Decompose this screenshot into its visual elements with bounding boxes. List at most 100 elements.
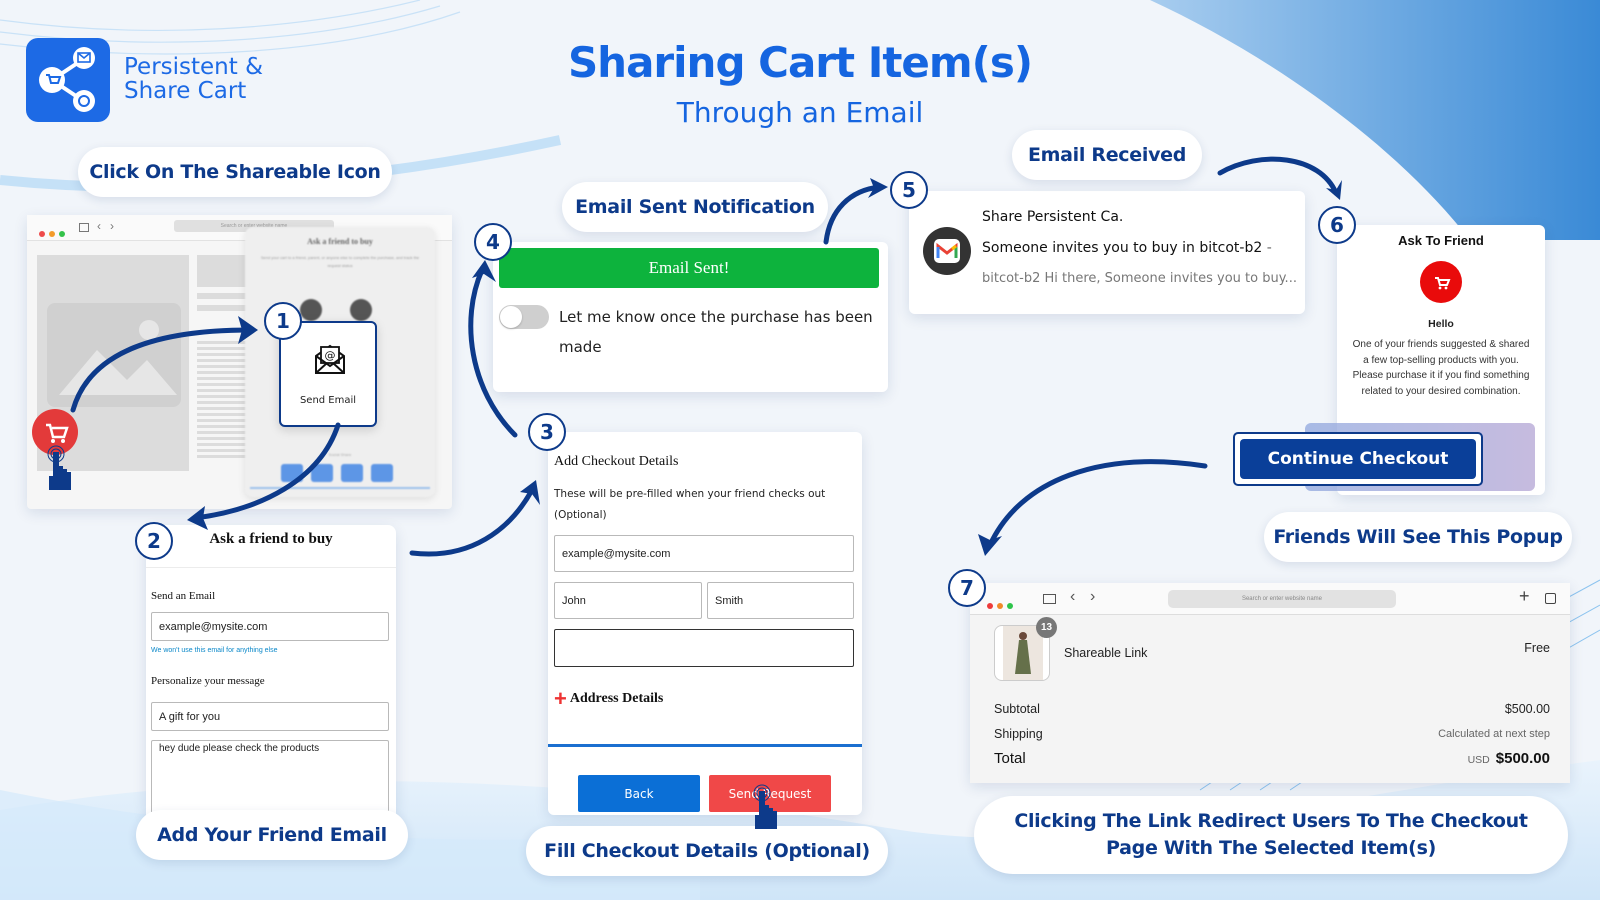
facebook-icon[interactable]	[281, 464, 303, 482]
caption-step3: Fill Checkout Details (Optional)	[526, 826, 888, 876]
caption-text: Click On The Shareable Icon	[89, 161, 381, 183]
sidebar-toggle-icon[interactable]	[79, 223, 89, 232]
item-name: Shareable Link	[1064, 646, 1148, 660]
caption-step2: Add Your Friend Email	[136, 810, 408, 860]
social-icons-row	[281, 464, 393, 482]
browser-toolbar: ‹ › Search or enter website name +	[970, 583, 1570, 615]
step-badge-3: 3	[528, 413, 566, 451]
popup-title: Ask a friend to buy	[307, 237, 373, 246]
caption-text: Email Received	[1027, 144, 1187, 166]
email-at-icon: @	[315, 344, 345, 374]
share-cart-icon	[39, 47, 95, 112]
gmail-avatar	[923, 227, 971, 275]
shipping-label: Shipping	[994, 727, 1043, 741]
whatsapp-icon[interactable]	[371, 464, 393, 482]
svg-text:@: @	[325, 349, 336, 362]
plus-icon: +	[554, 686, 567, 711]
hand-pointer-icon	[753, 784, 777, 829]
send-email-label: Send Email	[299, 395, 357, 406]
total-label: Total	[994, 750, 1026, 767]
back-nav-icon[interactable]: ‹	[1070, 588, 1075, 606]
toggle-knob	[500, 306, 522, 328]
currency-code: USD	[1467, 754, 1490, 766]
cart-icon	[1435, 277, 1451, 290]
email-subject: Someone invites you to buy in bitcot-b2 …	[982, 240, 1272, 256]
step7-checkout-browser: ‹ › Search or enter website name + 13 Sh…	[970, 583, 1570, 783]
step2-email-form: Ask a friend to buy Send an Email exampl…	[146, 525, 396, 820]
address-details-toggle[interactable]: + Address Details	[554, 686, 664, 711]
back-button[interactable]: Back	[578, 775, 700, 812]
tabs-overview-icon[interactable]	[1545, 593, 1556, 604]
sidebar-toggle-icon[interactable]	[1043, 594, 1056, 604]
total-value: $500.00	[1495, 750, 1550, 767]
step5-email-item[interactable]: Share Persistent Ca. Someone invites you…	[909, 191, 1305, 314]
first-name-input[interactable]: John	[554, 582, 702, 619]
friend-email-input[interactable]: example@mysite.com	[151, 612, 389, 641]
personalize-label: Personalize your message	[151, 675, 265, 687]
step-badge-2: 2	[135, 522, 173, 560]
popup-greeting: Hello	[1428, 318, 1454, 330]
brand-name-line1: Persistent &	[124, 54, 264, 80]
forward-nav-icon[interactable]: ›	[110, 219, 114, 233]
step-badge-7: 7	[948, 569, 986, 607]
social-share-label: Social Share	[328, 452, 352, 457]
notify-purchase-toggle[interactable]	[499, 305, 549, 329]
email-sender: Share Persistent Ca.	[982, 209, 1124, 225]
page-subtitle: Through an Email	[676, 96, 924, 129]
caption-text-line1: Clicking The Link Redirect Users To The …	[1014, 810, 1528, 832]
email-subject-text: Someone invites you to buy in bitcot-b2	[982, 240, 1263, 256]
back-nav-icon[interactable]: ‹	[97, 219, 101, 233]
step-badge-5: 5	[890, 171, 928, 209]
checkout-email-input[interactable]: example@mysite.com	[554, 535, 854, 572]
twitter-icon[interactable]	[341, 464, 363, 482]
address-bar[interactable]: Search or enter website name	[1168, 590, 1396, 608]
caption-step7: Clicking The Link Redirect Users To The …	[974, 796, 1568, 874]
step1-browser-window: ‹ › Search or enter website name Ask a f…	[27, 215, 452, 509]
forward-nav-icon[interactable]: ›	[1090, 588, 1095, 606]
caption-step1: Click On The Shareable Icon	[78, 147, 392, 197]
popup-description: Send your cart to a friend, parent, or a…	[260, 255, 420, 268]
continue-checkout-label: Continue Checkout	[1240, 439, 1476, 479]
share-option-icon	[300, 299, 322, 321]
step4-notification-card: Email Sent! Let me know once the purchas…	[493, 242, 888, 392]
caption-text-line2: Page With The Selected Item(s)	[1106, 837, 1436, 859]
shipping-value: Calculated at next step	[1438, 728, 1550, 740]
message-body-textarea[interactable]: hey dude please check the products	[151, 740, 389, 820]
caption-text: Add Your Friend Email	[157, 824, 387, 846]
send-email-option[interactable]: @ Send Email	[279, 321, 377, 427]
step-badge-1: 1	[264, 302, 302, 340]
send-email-label: Send an Email	[151, 590, 216, 602]
messenger-icon[interactable]	[311, 464, 333, 482]
share-option-icon	[350, 299, 372, 321]
form-title: Ask a friend to buy	[209, 531, 333, 547]
page-title: Sharing Cart Item(s)	[567, 38, 1033, 87]
email-hint: We won't use this email for anything els…	[151, 647, 278, 654]
brand-logo	[26, 38, 110, 122]
total-amount: USD $500.00	[1468, 750, 1550, 768]
checkout-form-desc-line1: These will be pre-filled when your frien…	[554, 488, 826, 500]
message-subject-input[interactable]: A gift for you	[151, 702, 389, 731]
caption-text: Fill Checkout Details (Optional)	[544, 840, 870, 862]
email-preview: bitcot-b2 Hi there, Someone invites you …	[982, 271, 1297, 286]
checkout-form-title: Add Checkout Details	[554, 454, 679, 469]
step-badge-6: 6	[1318, 206, 1356, 244]
continue-checkout-button[interactable]: Continue Checkout	[1233, 432, 1483, 486]
caption-step6: Friends Will See This Popup	[1264, 512, 1572, 562]
hand-pointer-icon	[47, 445, 71, 490]
caption-step4: Email Sent Notification	[562, 182, 828, 232]
subtotal-label: Subtotal	[994, 702, 1040, 716]
caption-text: Friends Will See This Popup	[1273, 526, 1563, 548]
item-quantity-badge: 13	[1036, 617, 1057, 638]
window-controls[interactable]	[39, 224, 69, 242]
new-tab-icon[interactable]: +	[1519, 586, 1530, 607]
item-price: Free	[1524, 641, 1550, 655]
step3-checkout-form: Add Checkout Details These will be pre-f…	[548, 432, 862, 815]
window-controls[interactable]	[987, 596, 1017, 614]
email-sent-banner: Email Sent!	[499, 248, 879, 288]
address-details-label: Address Details	[569, 691, 664, 706]
last-name-input[interactable]: Smith	[707, 582, 854, 619]
subtotal-value: $500.00	[1504, 702, 1550, 716]
brand-name-line2: Share Cart	[124, 78, 247, 104]
notify-purchase-label: Let me know once the purchase has been m…	[559, 308, 873, 356]
checkout-extra-input[interactable]	[554, 629, 854, 667]
